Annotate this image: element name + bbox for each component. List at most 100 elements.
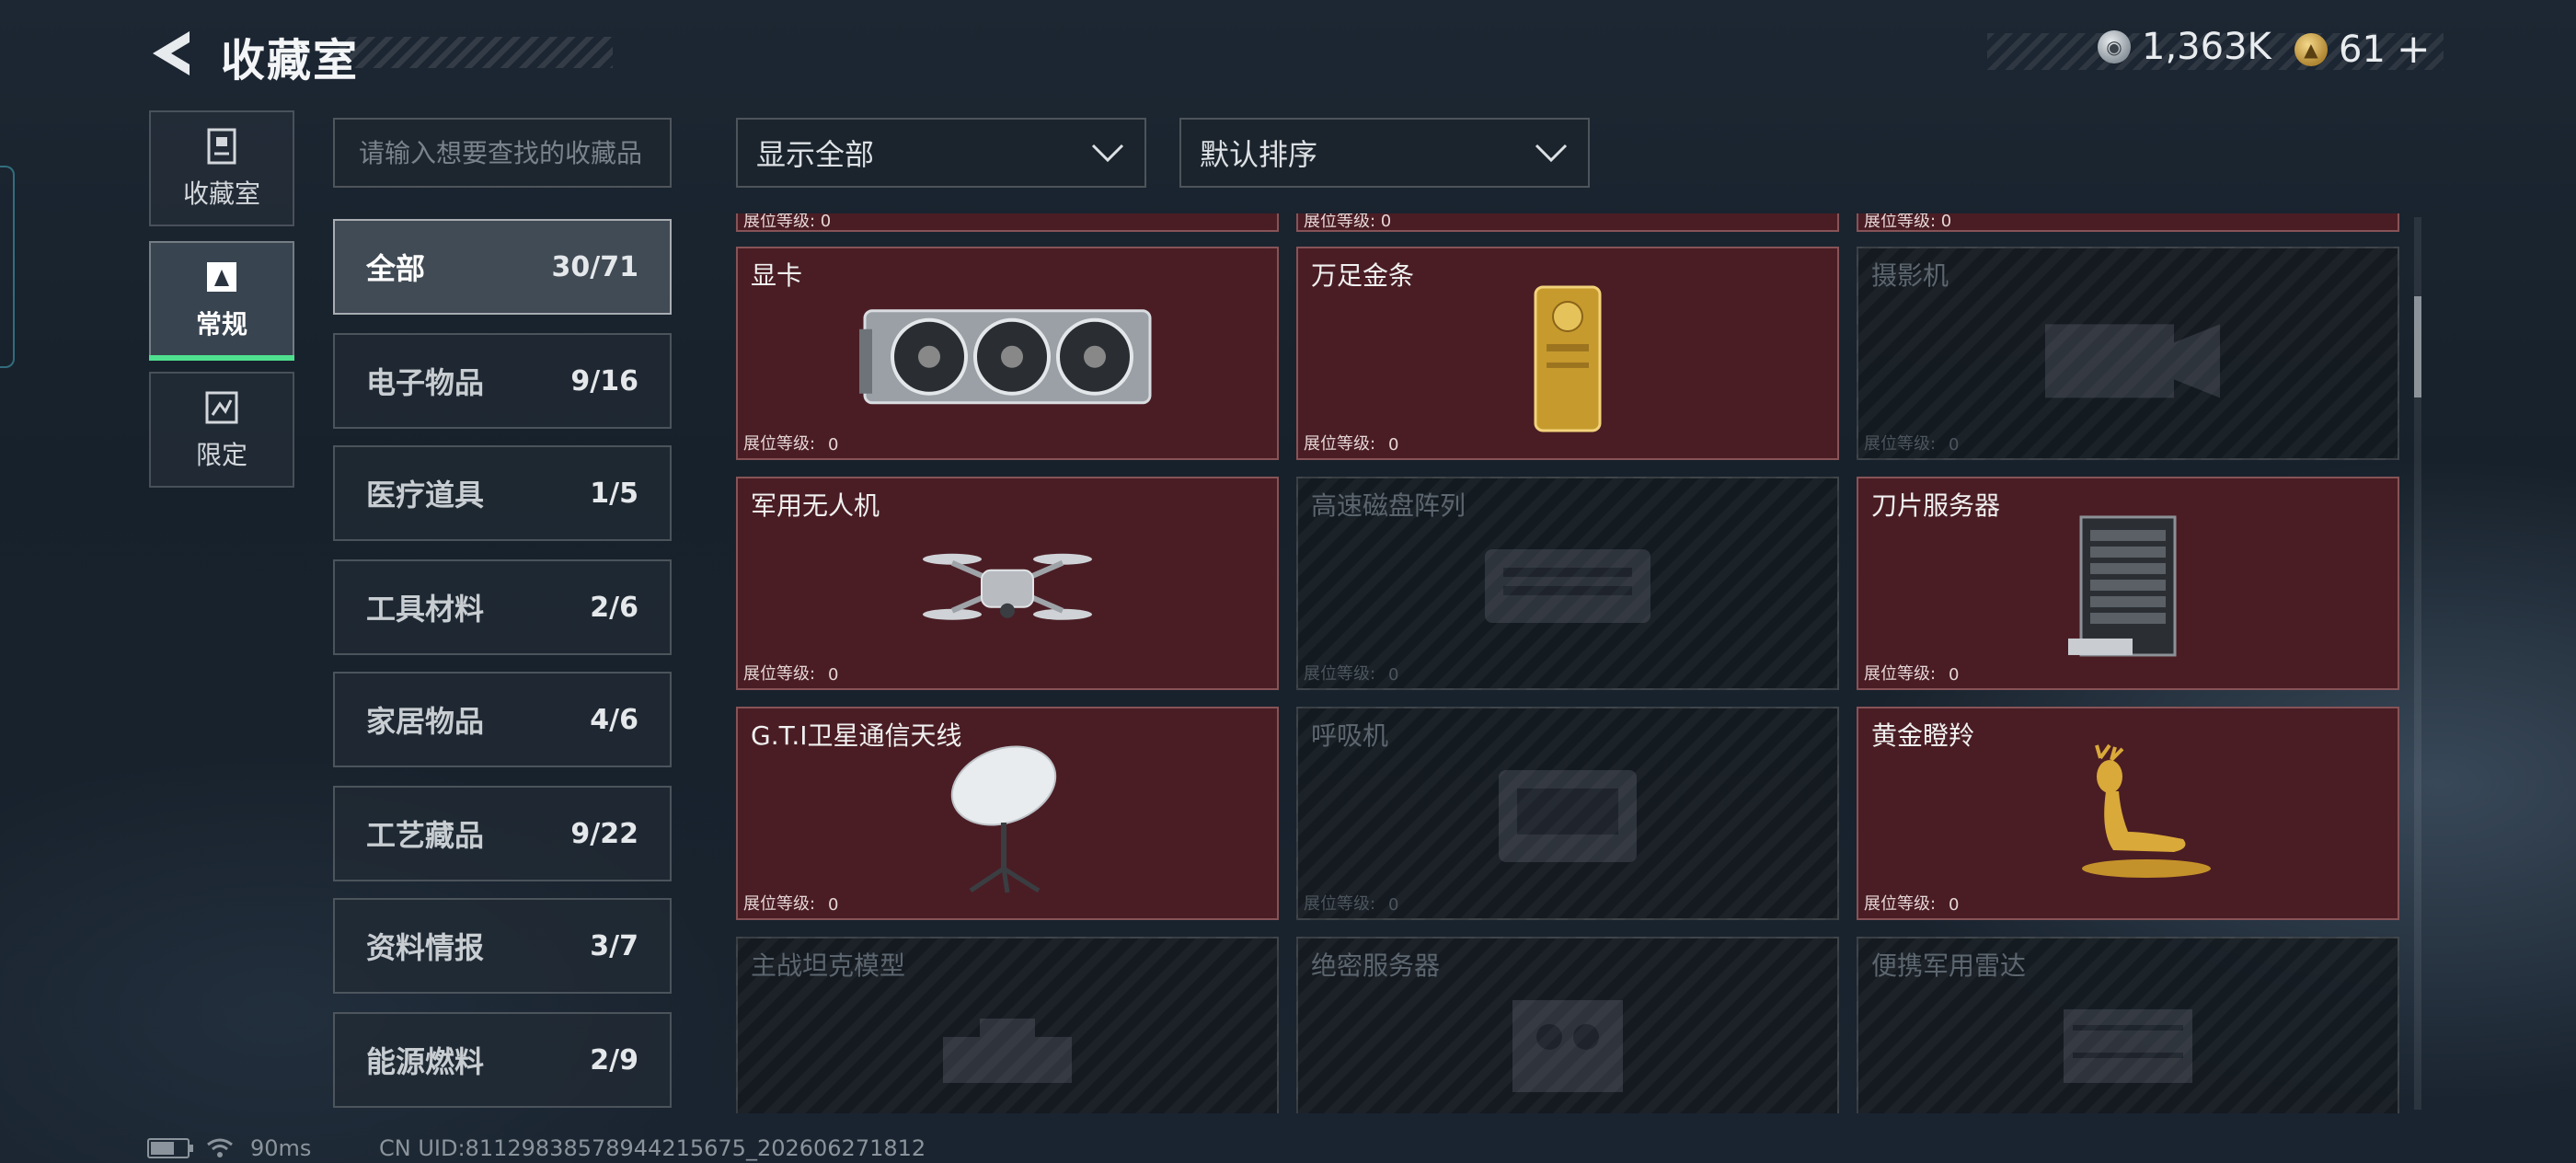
back-arrow-icon	[153, 31, 190, 75]
gold-amount: 61	[2339, 28, 2386, 71]
ventilator-icon	[1489, 761, 1646, 875]
rail-label: 常规	[195, 309, 247, 340]
category-tools[interactable]: 工具材料 2/6	[333, 559, 672, 655]
sort-dropdown[interactable]: 默认排序	[1179, 118, 1590, 188]
gold-bar-icon	[1526, 280, 1609, 440]
item-card[interactable]: 军用无人机 展位等级: 0	[736, 477, 1279, 690]
item-card[interactable]: G.T.I卫星通信天线 展位等级: 0	[736, 707, 1279, 920]
add-currency-button[interactable]: +	[2397, 26, 2431, 73]
category-all[interactable]: 全部 30/71	[333, 219, 672, 315]
drone-icon	[915, 523, 1099, 655]
item-card[interactable]: 便携军用雷达	[1857, 937, 2399, 1113]
item-name: 黄金瞪羚	[1871, 720, 1975, 751]
category-count: 1/5	[590, 477, 638, 510]
item-card[interactable]: 黄金瞪羚 展位等级: 0	[1857, 707, 2399, 920]
category-label: 电子物品	[366, 365, 485, 400]
level-label: 展位等级:	[1304, 664, 1376, 684]
rail-item-limited[interactable]: 限定	[149, 372, 294, 488]
silver-currency: ◉ 1,363K	[2098, 26, 2271, 68]
grid-scrollbar[interactable]	[2414, 217, 2421, 1110]
gold-coin-icon: ▲	[2294, 32, 2328, 66]
item-card[interactable]: 万足金条 展位等级: 0	[1296, 247, 1839, 460]
rail-item-collection-room[interactable]: 收藏室	[149, 110, 294, 226]
level-value: 0	[1388, 895, 1399, 915]
category-medical[interactable]: 医疗道具 1/5	[333, 445, 672, 541]
category-electronics[interactable]: 电子物品 9/16	[333, 333, 672, 429]
category-household[interactable]: 家居物品 4/6	[333, 672, 672, 767]
item-name: 刀片服务器	[1871, 490, 2001, 521]
search-box[interactable]	[333, 118, 672, 188]
level-value: 0	[1388, 435, 1399, 455]
scroll-thumb[interactable]	[2414, 296, 2421, 397]
limited-icon	[201, 387, 242, 428]
category-count: 3/7	[590, 929, 638, 962]
category-count: 2/9	[590, 1043, 638, 1077]
category-count: 30/71	[551, 250, 638, 283]
search-input[interactable]	[359, 137, 646, 168]
golden-gazelle-icon	[2036, 740, 2220, 900]
partial-card: 展位等级: 0	[1296, 213, 1839, 232]
level-value: 0	[1949, 895, 1960, 915]
item-card[interactable]: 刀片服务器 展位等级: 0	[1857, 477, 2399, 690]
category-intel[interactable]: 资料情报 3/7	[333, 898, 672, 994]
back-button[interactable]	[147, 28, 202, 79]
category-count: 2/6	[590, 591, 638, 624]
sort-value: 默认排序	[1200, 137, 1318, 172]
category-label: 全部	[366, 251, 426, 286]
level-label: 展位等级:	[743, 434, 816, 454]
category-energy[interactable]: 能源燃料 2/9	[333, 1012, 672, 1108]
battery-icon	[147, 1138, 193, 1158]
item-card[interactable]: 呼吸机 展位等级: 0	[1296, 707, 1839, 920]
user-uid: CN UID:81129838578944215675_202606271812	[379, 1135, 926, 1161]
category-label: 工艺藏品	[366, 818, 485, 853]
radar-icon	[2045, 991, 2211, 1105]
item-name: 呼吸机	[1311, 720, 1389, 751]
level-value: 0	[1388, 665, 1399, 685]
level-label: 展位等级:	[743, 894, 816, 914]
item-name: 高速磁盘阵列	[1311, 490, 1466, 521]
secret-server-icon	[1494, 991, 1641, 1105]
category-label: 工具材料	[366, 592, 485, 627]
item-card[interactable]: 摄影机 展位等级: 0	[1857, 247, 2399, 460]
camera-icon	[2027, 296, 2229, 420]
chevron-down-icon	[1091, 144, 1124, 163]
level-label: 展位等级:	[743, 664, 816, 684]
side-panel-handle[interactable]	[0, 166, 15, 368]
disk-array-icon	[1476, 531, 1660, 645]
item-card[interactable]: 主战坦克模型	[736, 937, 1279, 1113]
level-value: 0	[1949, 435, 1960, 455]
satellite-antenna-icon	[943, 740, 1072, 900]
category-count: 9/22	[570, 817, 638, 850]
category-label: 资料情报	[366, 930, 485, 965]
graphics-card-icon	[856, 293, 1159, 425]
item-card[interactable]: 绝密服务器	[1296, 937, 1839, 1113]
category-label: 家居物品	[366, 704, 485, 739]
item-name: 摄影机	[1871, 260, 1949, 291]
item-name: 绝密服务器	[1311, 950, 1441, 981]
collection-grid[interactable]: 展位等级: 0 展位等级: 0 展位等级: 0 显卡 展位等级: 0 万足金条	[734, 213, 2401, 1113]
level-value: 0	[828, 665, 839, 685]
level-value: 0	[828, 435, 839, 455]
category-label: 能源燃料	[366, 1044, 485, 1079]
blade-server-icon	[2068, 510, 2188, 670]
rail-label: 限定	[195, 440, 247, 470]
item-card[interactable]: 显卡 展位等级: 0	[736, 247, 1279, 460]
category-count: 9/16	[570, 364, 638, 397]
wifi-icon	[207, 1138, 233, 1157]
item-card[interactable]: 高速磁盘阵列 展位等级: 0	[1296, 477, 1839, 690]
chevron-down-icon	[1535, 144, 1568, 163]
level-label: 展位等级:	[1304, 434, 1376, 454]
category-crafts[interactable]: 工艺藏品 9/22	[333, 786, 672, 881]
rail-item-regular[interactable]: 常规	[149, 241, 294, 361]
partial-card: 展位等级: 0	[1857, 213, 2399, 232]
item-name: 军用无人机	[751, 490, 880, 521]
display-filter-dropdown[interactable]: 显示全部	[736, 118, 1146, 188]
item-name: 显卡	[751, 260, 803, 291]
level-label: 展位等级:	[1864, 664, 1937, 684]
category-label: 医疗道具	[366, 478, 485, 512]
partial-card: 展位等级: 0	[736, 213, 1279, 232]
item-name: 主战坦克模型	[751, 950, 906, 981]
page-title: 收藏室	[221, 35, 360, 86]
gold-currency: ▲ 61 +	[2294, 26, 2431, 73]
level-value: 0	[828, 895, 839, 915]
